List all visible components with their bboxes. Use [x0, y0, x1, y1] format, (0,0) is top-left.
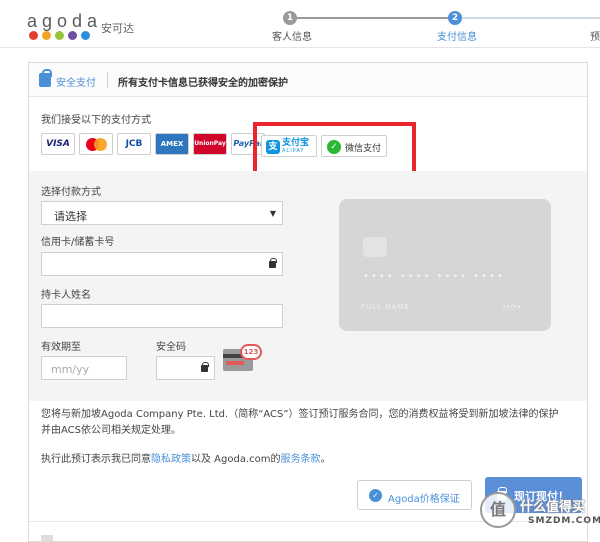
cvv-input[interactable]: [156, 356, 215, 380]
smzdm-watermark: 值 什么值得买 SMZDM.COM: [480, 480, 600, 542]
card-number-mask: •••• •••• •••• ••••: [363, 271, 505, 282]
step-line-upcoming: [462, 17, 600, 19]
amex-logo: AMEX: [155, 133, 189, 155]
secure-payment-message: 所有支付卡信息已获得安全的加密保护: [118, 78, 288, 89]
watermark-logo-icon: 值: [480, 492, 516, 528]
watermark-site: SMZDM.COM: [528, 516, 600, 526]
secure-payment-title: 安全支付: [56, 78, 96, 89]
progress-steps: 1 2 客人信息 支付信息 预: [0, 0, 600, 48]
divider: [107, 72, 108, 88]
expiry-placeholder: mm/yy: [51, 363, 90, 376]
price-guarantee-button[interactable]: ✓ Agoda价格保证: [357, 480, 472, 510]
card-chip-icon: [363, 237, 387, 257]
agreement-middle: 以及 Agoda.com的: [191, 454, 281, 465]
payment-card-panel: 安全支付 所有支付卡信息已获得安全的加密保护 我们接受以下的支付方式 VISA …: [28, 62, 588, 542]
checkbox[interactable]: [41, 535, 53, 542]
step-1-circle: 1: [283, 11, 297, 25]
lock-icon: [201, 362, 209, 372]
payment-method-select[interactable]: 请选择 ▼: [41, 201, 283, 225]
payment-method-label: 选择付款方式: [41, 187, 101, 198]
step-2-circle: 2: [448, 11, 462, 25]
expiry-input[interactable]: mm/yy: [41, 356, 127, 380]
top-header: agoda 安可达 1 2 客人信息 支付信息 预: [0, 0, 600, 48]
card-holder-label: 持卡人姓名: [41, 290, 91, 301]
terms-of-service-link[interactable]: 服务条款: [281, 454, 321, 465]
agreement-suffix: 。: [320, 454, 331, 465]
step-1-label[interactable]: 客人信息: [272, 28, 312, 43]
contract-line-2: 并由ACS依公司相关规定处理。: [41, 425, 181, 436]
cvv-hint-badge: 123: [240, 344, 262, 360]
lock-icon: [269, 258, 277, 268]
card-holder-input[interactable]: [41, 304, 283, 328]
card-number-label: 信用卡/储蓄卡号: [41, 237, 115, 248]
payment-method-value: 请选择: [54, 210, 87, 223]
check-icon: ✓: [369, 489, 382, 502]
step-line-done: [296, 17, 454, 19]
agreement-line: 执行此预订表示我已同意隐私政策以及 Agoda.com的服务条款。: [41, 452, 577, 468]
lock-icon: [39, 69, 52, 87]
contract-notice: 您将与新加坡Agoda Company Pte. Ltd.（简称“ACS”）签订…: [41, 407, 577, 439]
visa-logo: VISA: [41, 133, 75, 155]
step-2-label: 支付信息: [437, 32, 477, 43]
cvv-label: 安全码: [156, 342, 186, 353]
card-number-input[interactable]: [41, 252, 283, 276]
secure-payment-bar: 安全支付 所有支付卡信息已获得安全的加密保护: [29, 63, 587, 97]
mastercard-logo: [79, 133, 113, 155]
card-date-mask: ••/••: [502, 303, 521, 311]
step-3-label: 预: [590, 32, 600, 43]
accepted-methods-label: 我们接受以下的支付方式: [41, 115, 151, 126]
price-guarantee-label: Agoda价格保证: [388, 494, 460, 505]
accepted-card-logos: VISA JCB AMEX UnionPay PayPal: [41, 133, 265, 155]
unionpay-logo: UnionPay: [193, 133, 227, 155]
card-preview: •••• •••• •••• •••• FULL NAME ••/••: [339, 199, 551, 331]
privacy-policy-link[interactable]: 隐私政策: [151, 454, 191, 465]
card-name-mask: FULL NAME: [361, 303, 410, 311]
agreement-prefix: 执行此预订表示我已同意: [41, 454, 151, 465]
contract-line-1: 您将与新加坡Agoda Company Pte. Ltd.（简称“ACS”）签订…: [41, 409, 559, 420]
jcb-logo: JCB: [117, 133, 151, 155]
watermark-text: 什么值得买: [520, 500, 586, 515]
expiry-label: 有效期至: [41, 342, 81, 353]
chevron-down-icon: ▼: [269, 209, 276, 218]
